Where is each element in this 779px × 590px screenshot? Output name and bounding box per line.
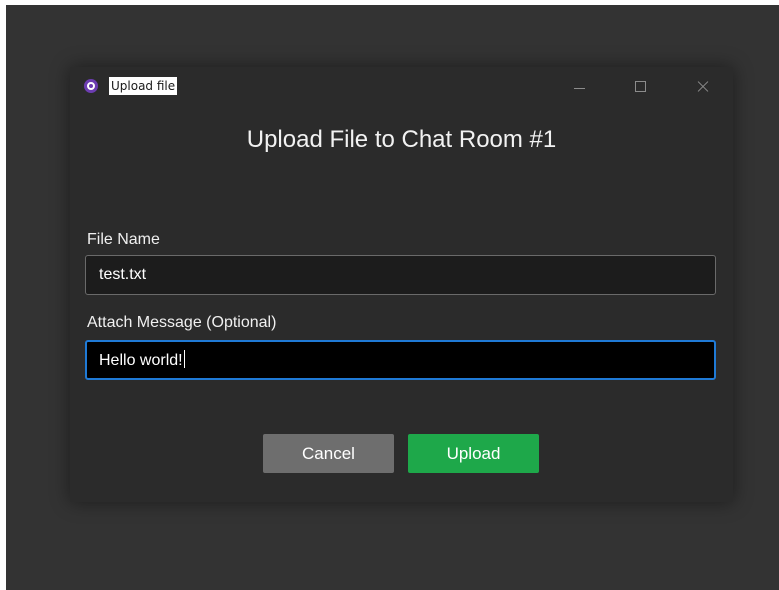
file-name-label: File Name: [87, 231, 160, 248]
close-icon[interactable]: [689, 75, 717, 97]
window-title: Upload file: [109, 77, 178, 95]
text-caret: [183, 350, 185, 368]
attach-message-label: Attach Message (Optional): [87, 314, 277, 331]
dialog-heading: Upload File to Chat Room #1: [246, 126, 557, 153]
cancel-button[interactable]: Cancel: [263, 434, 394, 473]
upload-dialog-window: Upload file Upload File to Chat Room #1 …: [70, 67, 733, 502]
file-name-value: test.txt: [99, 266, 147, 283]
attach-message-input[interactable]: Hello world!: [85, 340, 716, 380]
upload-button[interactable]: Upload: [408, 434, 539, 473]
app-logo-icon: [84, 79, 98, 93]
minimize-icon[interactable]: [566, 75, 594, 97]
maximize-icon[interactable]: [627, 75, 655, 97]
attach-message-value: Hello world!: [99, 352, 183, 369]
title-bar[interactable]: Upload file: [70, 67, 733, 105]
file-name-input[interactable]: test.txt: [85, 255, 716, 295]
